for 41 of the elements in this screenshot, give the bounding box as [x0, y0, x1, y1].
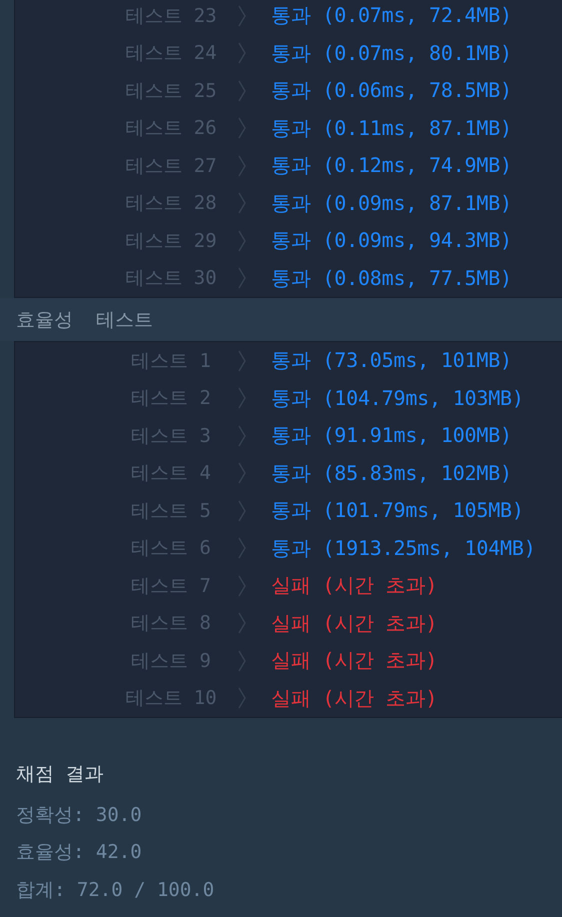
test-result: 통과 (0.08ms, 77.5MB)	[271, 264, 512, 292]
score-line: 정확성: 30.0	[16, 802, 143, 828]
test-result: 통과 (101.79ms, 105MB)	[271, 497, 524, 524]
chevron-right-icon	[237, 612, 247, 634]
test-result: 통과 (0.09ms, 94.3MB)	[271, 227, 512, 254]
chevron-right-icon	[237, 80, 247, 102]
chevron-right-icon	[237, 387, 247, 410]
test-result: 통과 (73.05ms, 101MB)	[271, 347, 512, 374]
test-result: 실패 (시간 초과)	[271, 684, 438, 712]
test-result: 실패 (시간 초과)	[271, 647, 438, 674]
chevron-right-icon	[237, 117, 247, 140]
chevron-right-icon	[237, 192, 247, 214]
test-result: 통과 (0.07ms, 80.1MB)	[271, 40, 512, 67]
section-title: 효율성 테스트	[0, 298, 562, 341]
score-title: 채점 결과	[16, 762, 104, 787]
chevron-right-icon	[237, 267, 247, 290]
chevron-right-icon	[237, 424, 247, 447]
test-result: 통과 (91.91ms, 100MB)	[271, 422, 512, 450]
chevron-right-icon	[237, 650, 247, 672]
test-result: 통과 (1913.25ms, 104MB)	[271, 534, 536, 562]
test-result: 통과 (0.06ms, 78.5MB)	[271, 77, 512, 104]
score-line: 합계: 72.0 / 100.0	[16, 878, 216, 903]
score-line: 효율성: 42.0	[16, 840, 143, 866]
test-result: 통과 (0.09ms, 87.1MB)	[271, 190, 512, 217]
test-result: 통과 (104.79ms, 103MB)	[271, 384, 524, 412]
chevron-right-icon	[237, 350, 247, 372]
chevron-right-icon	[237, 687, 247, 710]
test-result: 통과 (0.11ms, 87.1MB)	[271, 114, 512, 142]
chevron-right-icon	[237, 154, 247, 177]
test-result: 통과 (0.12ms, 74.9MB)	[271, 152, 512, 180]
test-result: 통과 (85.83ms, 102MB)	[271, 460, 512, 487]
chevron-right-icon	[237, 230, 247, 252]
chevron-right-icon	[237, 4, 247, 27]
chevron-right-icon	[237, 42, 247, 64]
test-result: 통과 (0.07ms, 72.4MB)	[271, 2, 512, 30]
chevron-right-icon	[237, 462, 247, 484]
chevron-right-icon	[237, 537, 247, 560]
chevron-right-icon	[237, 574, 247, 597]
test-result: 실패 (시간 초과)	[271, 610, 438, 637]
test-result: 실패 (시간 초과)	[271, 572, 438, 600]
chevron-right-icon	[237, 500, 247, 522]
